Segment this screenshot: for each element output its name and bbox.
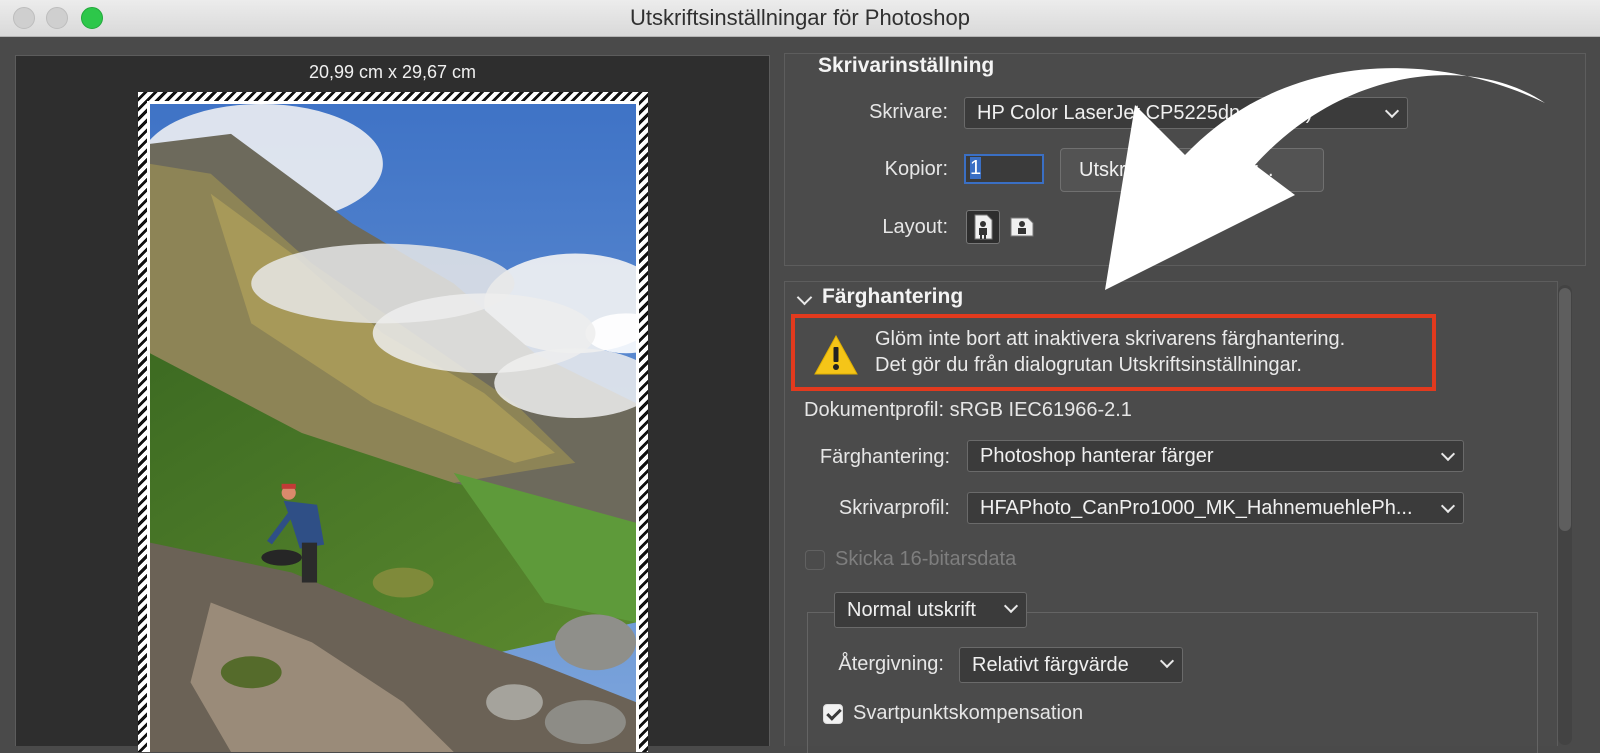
portrait-layout-icon	[974, 214, 993, 240]
preview-image[interactable]	[150, 104, 636, 752]
warning-line-1: Glöm inte bort att inaktivera skrivarens…	[875, 328, 1346, 350]
paper-size-label: 20,99 cm x 29,67 cm	[308, 62, 477, 82]
copies-value: 1	[970, 157, 982, 179]
scrollbar-thumb[interactable]	[1559, 288, 1571, 531]
color-management-title[interactable]: Färghantering	[822, 285, 963, 309]
color-handling-label: Färghantering:	[819, 446, 950, 468]
printer-settings-title: Skrivarinställning	[818, 54, 995, 77]
print-mode-select[interactable]: Normal utskrift	[834, 592, 1027, 628]
print-preview: 20,99 cm x 29,67 cm	[15, 55, 770, 752]
window-title: Utskriftsinställningar för Photoshop	[630, 5, 970, 30]
chevron-down-icon	[1440, 446, 1456, 462]
rendering-label: Återgivning:	[838, 653, 944, 675]
warning-icon	[814, 334, 858, 375]
color-handling-value: Photoshop hanterar färger	[980, 445, 1214, 467]
printer-profile-value: HFAPhoto_CanPro1000_MK_HahnemuehlePh...	[980, 497, 1413, 519]
printer-label: Skrivare:	[869, 101, 948, 123]
print-mode-value: Normal utskrift	[847, 599, 976, 621]
chevron-down-icon	[1440, 498, 1456, 514]
copies-label: Kopior:	[884, 158, 948, 180]
warning-line-2: Det gör du från dialogrutan Utskriftsins…	[875, 354, 1302, 376]
layout-label: Layout:	[882, 216, 948, 238]
warning-highlight: Glöm inte bort att inaktivera skrivarens…	[791, 314, 1436, 391]
warning-message: Glöm inte bort att inaktivera skrivarens…	[875, 326, 1345, 378]
black-point-label: Svartpunktskompensation	[853, 702, 1084, 724]
rendering-select[interactable]: Relativt färgvärde	[959, 647, 1183, 683]
document-profile: Dokumentprofil: sRGB IEC61966-2.1	[804, 399, 1132, 421]
mountain-photo	[150, 104, 636, 752]
send-16bit-label: Skicka 16-bitarsdata	[835, 548, 1017, 570]
portrait-layout-button[interactable]	[966, 210, 1000, 244]
annotation-arrow-icon	[1105, 68, 1545, 291]
copies-input[interactable]: 1	[964, 154, 1044, 184]
printer-profile-label: Skrivarprofil:	[838, 497, 950, 519]
chevron-down-icon	[1003, 598, 1019, 614]
chevron-down-icon	[1159, 653, 1175, 669]
landscape-layout-icon	[1010, 217, 1034, 237]
color-handling-select[interactable]: Photoshop hanterar färger	[967, 440, 1464, 472]
black-point-checkbox[interactable]	[823, 704, 843, 724]
rendering-value: Relativt färgvärde	[972, 654, 1129, 676]
preview-paper	[138, 92, 648, 752]
printer-profile-select[interactable]: HFAPhoto_CanPro1000_MK_HahnemuehlePh...	[967, 492, 1464, 524]
title-bar: Utskriftsinställningar för Photoshop	[0, 0, 1600, 37]
landscape-layout-button[interactable]	[1006, 210, 1040, 244]
send-16bit-checkbox[interactable]	[805, 550, 825, 570]
